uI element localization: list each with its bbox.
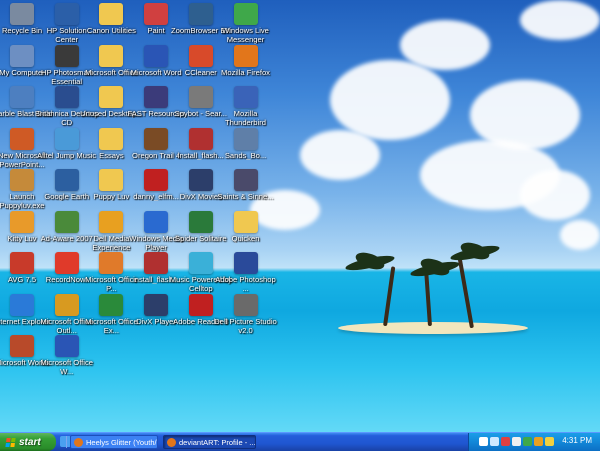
thunderbird-icon: [233, 86, 258, 108]
desktop-icon-label: Saints & Sinne...: [217, 192, 274, 201]
antivirus-icon[interactable]: [534, 437, 543, 446]
messenger-icon: [233, 3, 258, 25]
my-computer-icon: [10, 44, 34, 67]
desktop-icon-label: Mozilla Firefox: [221, 67, 270, 77]
spybot-icon: [188, 86, 213, 108]
word-icon: [54, 335, 79, 357]
desktop-icon-label: Microsoft Office W...: [40, 358, 93, 376]
messenger-icon[interactable]: [523, 437, 532, 446]
start-button[interactable]: start: [0, 433, 56, 451]
firefox-icon: [167, 437, 176, 447]
hp-solution-center-icon: [54, 3, 79, 25]
divx-icon: [188, 169, 213, 191]
taskbar-button[interactable]: Heelys Glitter (Youth/...: [70, 435, 158, 449]
windows-logo-icon: [5, 437, 16, 447]
hp-photosmart-icon: [54, 44, 79, 67]
office-icon: [99, 252, 124, 274]
ad-aware-icon: [54, 210, 79, 233]
help-icon[interactable]: [479, 437, 488, 446]
divx-player-icon: [144, 293, 169, 316]
recycle-bin-icon: [10, 3, 34, 25]
palm-leaves: [450, 242, 500, 264]
kitty-luv-icon: [10, 210, 34, 233]
photoshop-icon: [233, 252, 258, 274]
palm-trunk: [424, 271, 432, 327]
outlook-icon: [54, 293, 79, 316]
dell-media-icon: [99, 210, 124, 233]
folder-icon: [233, 210, 258, 233]
folder-icon: [99, 3, 124, 25]
cloud: [400, 20, 490, 70]
firefox-icon: [74, 437, 83, 447]
desktop[interactable]: Recycle Bin HP Solution Center Canon Utili…: [0, 0, 600, 432]
google-earth-icon: [54, 169, 79, 191]
music-icon: [54, 127, 79, 150]
image-file-icon: [233, 127, 258, 150]
adobe-reader-icon: [188, 293, 213, 316]
installer-icon: [144, 252, 169, 274]
start-label: start: [19, 436, 41, 448]
cloud: [520, 170, 590, 220]
recordnow-icon: [54, 252, 79, 274]
paint-icon: [144, 3, 169, 25]
oregon-trail-icon: [144, 127, 169, 150]
network-icon[interactable]: [490, 437, 499, 446]
security-icon[interactable]: [501, 437, 510, 446]
internet-explorer-icon: [10, 293, 34, 316]
zoombrowser-icon: [188, 3, 213, 25]
marble-blast-icon: [10, 86, 34, 108]
palm-trunk: [383, 266, 396, 327]
desktop-icon[interactable]: Dell Picture Studio v2.0: [213, 291, 279, 355]
desktop-icon[interactable]: Microsoft Office W...: [34, 332, 100, 396]
powerpoint-icon: [10, 127, 34, 150]
media-player-icon: [144, 210, 169, 233]
puppyluv-icon: [10, 169, 34, 191]
taskbar-button-label: Heelys Glitter (Youth/...: [86, 437, 158, 447]
folder-icon: [99, 169, 124, 191]
desktop-icon-label: Sands_Bo...: [224, 150, 267, 160]
system-tray: 4:31 PM: [468, 433, 600, 451]
ccleaner-icon: [188, 44, 213, 67]
installer-icon: [188, 127, 213, 150]
cloud: [300, 130, 380, 180]
folder-icon: [99, 127, 124, 150]
media-file-icon: [233, 169, 258, 191]
quick-launch-separator: [66, 436, 67, 448]
avg-icon: [10, 252, 34, 274]
taskbar: start Heelys Glitter (Youth/... deviantA…: [0, 432, 600, 451]
clock[interactable]: 4:31 PM: [562, 436, 592, 445]
palm-leaves: [345, 252, 395, 274]
word-icon: [144, 44, 169, 67]
works-icon: [10, 335, 34, 357]
spider-solitaire-icon: [188, 210, 213, 233]
taskbar-button-label: deviantART: Profile - ...: [179, 437, 256, 447]
excel-icon: [99, 293, 124, 316]
desktop-icon-label: Quicken: [231, 233, 260, 243]
folder-icon: [99, 86, 124, 108]
firefox-icon: [233, 44, 258, 67]
cloud: [330, 60, 450, 140]
dell-picture-studio-icon: [233, 293, 258, 316]
taskbar-button-active[interactable]: deviantART: Profile - ...: [163, 435, 256, 449]
update-icon[interactable]: [545, 437, 554, 446]
pdf-icon: [144, 169, 169, 191]
music-icon: [188, 252, 213, 274]
cloud: [520, 0, 600, 40]
palm-trunk: [457, 256, 474, 329]
cloud: [560, 220, 600, 250]
folder-icon: [99, 44, 124, 67]
island: [338, 322, 528, 334]
volume-icon[interactable]: [512, 437, 521, 446]
fast-resources-icon: [144, 86, 169, 108]
britannica-icon: [54, 86, 79, 108]
desktop-icon-label: Dell Picture Studio v2.0: [214, 316, 277, 335]
